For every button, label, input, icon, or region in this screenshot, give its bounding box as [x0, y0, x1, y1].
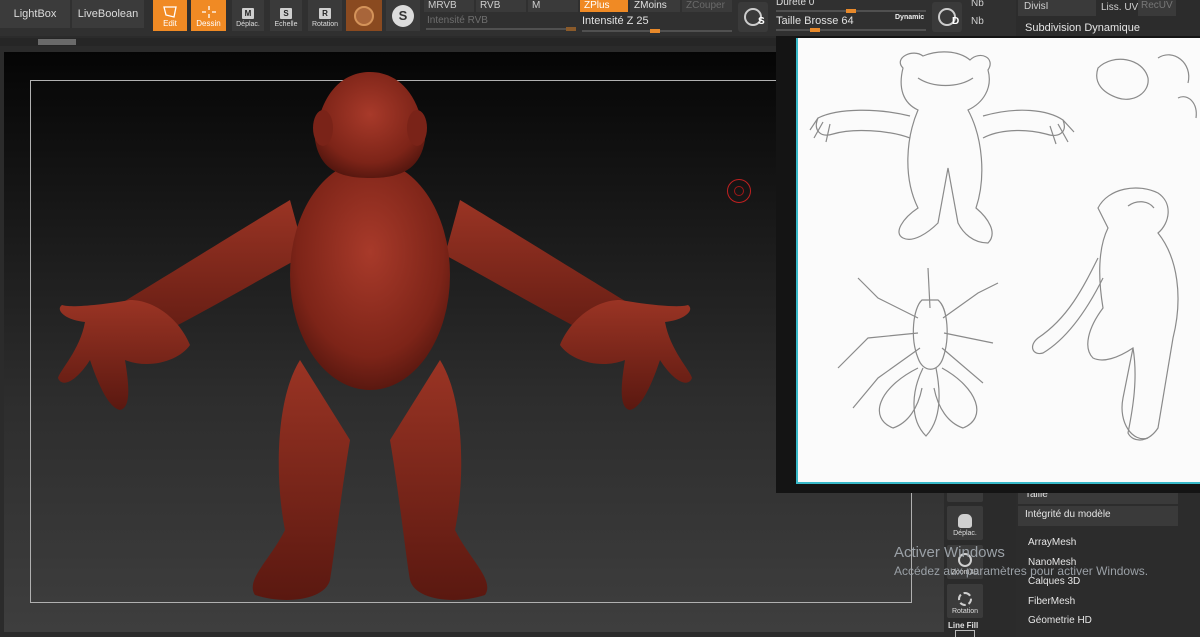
intensite-rvb-slider[interactable] [426, 28, 576, 30]
rotation-button[interactable]: R Rotation [308, 0, 342, 31]
intensite-z-knob[interactable] [650, 29, 660, 33]
shelf-deplac-label: Déplac. [953, 530, 977, 537]
activate-windows-subtitle: Accédez aux paramètres pour activer Wind… [894, 564, 1149, 578]
taille-brosse-knob[interactable] [810, 28, 820, 32]
rvb-toggle[interactable]: RVB [476, 0, 526, 12]
d-focal-button[interactable]: D [932, 2, 962, 32]
menu-fibermesh[interactable]: FiberMesh [1028, 596, 1075, 607]
mrvb-toggle[interactable]: MRVB [424, 0, 474, 12]
deplac-button[interactable]: M Déplac. [232, 0, 264, 31]
intensite-rvb-knob[interactable] [566, 27, 576, 31]
liveboolean-button[interactable]: LiveBoolean [72, 0, 144, 28]
hand-icon [958, 514, 972, 528]
echelle-label: Echelle [274, 21, 298, 28]
recuv-button[interactable]: RecUV [1138, 0, 1176, 16]
menu-geometrie-hd[interactable]: Géometrie HD [1028, 615, 1092, 626]
nb-label-2: Nb [971, 16, 984, 27]
divisions-label: DivisI [1024, 1, 1049, 12]
s-focal-button[interactable]: S [738, 2, 768, 32]
crosshair-icon [201, 6, 216, 18]
activate-windows-title: Activer Windows [894, 544, 1005, 561]
rotate-icon: R [319, 8, 331, 19]
taille-brosse-label: Taille Brosse 64 [776, 15, 854, 27]
durete-label: Dureté 0 [776, 0, 815, 8]
integrite-label: Intégrité du modèle [1025, 509, 1111, 520]
stroke-button[interactable]: S [386, 0, 420, 31]
edit-icon [163, 6, 177, 18]
s-label: S [758, 16, 765, 27]
edit-button[interactable]: Edit [153, 0, 187, 31]
dynamic-toggle[interactable]: Dynamic [895, 14, 924, 21]
shelf-rotation-button[interactable]: Rotation [947, 584, 983, 618]
liss-uv-button[interactable]: Liss. UV [1101, 2, 1138, 13]
taille-brosse-slider[interactable] [776, 29, 926, 31]
shelf-linefill-label[interactable]: Line Fill [948, 621, 978, 630]
zcouper-toggle[interactable]: ZCouper [682, 0, 732, 12]
dessin-button[interactable]: Dessin [191, 0, 226, 31]
echelle-button[interactable]: S Echelle [270, 0, 302, 31]
polyframe-icon[interactable] [955, 630, 975, 637]
nb-label-1: Nb [971, 0, 984, 9]
durete-knob[interactable] [846, 9, 856, 13]
intensite-rvb-label: Intensité RVB [427, 15, 488, 26]
shelf-rotation-label: Rotation [951, 608, 979, 615]
shelf-deplac-button[interactable]: Déplac. [947, 506, 983, 540]
sketch-drawing [809, 51, 1197, 441]
material-sphere-icon [354, 5, 374, 26]
edit-label: Edit [163, 19, 177, 28]
timeline-strip [0, 38, 776, 46]
lightbox-label: LightBox [13, 8, 57, 20]
intensite-z-label: Intensité Z 25 [582, 15, 649, 27]
d-label: D [952, 16, 960, 27]
reference-sketch-image [796, 38, 1200, 484]
deplac-label: Déplac. [236, 21, 260, 28]
stroke-icon: S [392, 4, 414, 27]
dessin-label: Dessin [196, 19, 221, 28]
zplus-toggle[interactable]: ZPlus [580, 0, 628, 12]
liveboolean-label: LiveBoolean [77, 8, 139, 20]
timeline-handle[interactable] [38, 39, 76, 45]
material-button[interactable] [346, 0, 382, 31]
m-toggle[interactable]: M [528, 0, 578, 12]
sculpt-model[interactable] [40, 60, 740, 620]
rotate-icon [958, 592, 972, 606]
lightbox-button[interactable]: LightBox [0, 0, 70, 28]
move-icon: M [242, 8, 254, 19]
menu-arraymesh[interactable]: ArrayMesh [1028, 537, 1076, 548]
brush-cursor-inner [734, 186, 744, 196]
scale-icon: S [280, 8, 292, 19]
subdivision-dynamique-header[interactable]: Subdivision Dynamique [1025, 22, 1140, 34]
rotation-label: Rotation [311, 21, 339, 28]
zmoins-toggle[interactable]: ZMoins [630, 0, 680, 12]
